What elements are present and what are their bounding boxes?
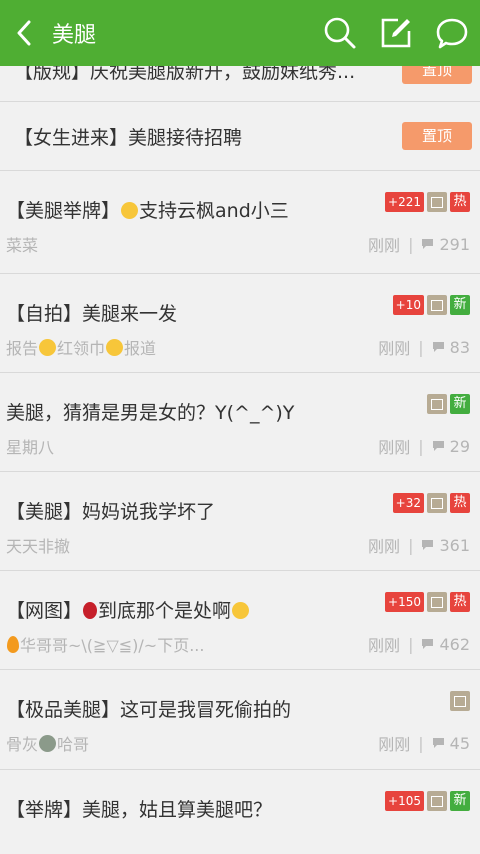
hot-badge: 热: [450, 493, 470, 513]
comment-count: 45: [449, 733, 470, 753]
list-item[interactable]: 【极品美腿】这可是我冒死偷拍的 骨灰 哈哥 刚刚 | 45: [0, 670, 480, 770]
list-item[interactable]: 【举牌】美腿，姑且算美腿吧？ +105 新: [0, 770, 480, 854]
comment-icon: [432, 737, 445, 749]
post-meta: 刚刚 | 462: [368, 632, 470, 656]
hot-badge: 热: [450, 192, 470, 212]
search-icon: [324, 17, 356, 49]
post-meta: 刚刚 | 45: [378, 731, 470, 755]
back-arrow-icon: [17, 20, 31, 46]
post-author: 菜菜: [6, 236, 39, 255]
comment-icon: [421, 238, 434, 250]
count-badge: +221: [385, 192, 424, 212]
post-author: 华哥哥~\(≧▽≦)/~下页...: [6, 632, 204, 656]
comment-icon: [421, 539, 434, 551]
post-author: 星期八: [6, 438, 55, 457]
badges: +221 热: [385, 192, 470, 212]
comment-count: 361: [439, 535, 470, 555]
count-badge: +32: [392, 493, 424, 513]
alien-icon: [39, 735, 57, 752]
comment-icon: [432, 341, 445, 353]
hot-badge: 热: [450, 592, 470, 612]
image-icon: [427, 295, 447, 315]
comment-icon: [432, 440, 445, 452]
image-icon: [427, 192, 447, 212]
post-title: 【举牌】美腿，姑且算美腿吧？: [6, 799, 273, 821]
comments-button[interactable]: [424, 0, 480, 66]
count-badge: +105: [385, 791, 424, 811]
comment-count: 29: [449, 436, 470, 456]
post-time: 刚刚: [368, 236, 401, 255]
count-badge: +10: [392, 295, 424, 315]
list-item[interactable]: 【美腿举牌】 支持云枫and小三 菜菜 +221 热 刚刚 | 291: [0, 171, 480, 274]
comment-count: 83: [449, 337, 470, 357]
post-meta: 刚刚 | 83: [378, 335, 470, 359]
laughing-face-icon: [121, 202, 139, 219]
new-badge: 新: [450, 394, 470, 414]
image-icon: [427, 592, 447, 612]
list-item[interactable]: 【自拍】美腿来一发 报告 红领巾 报道 +10 新 刚刚 | 83: [0, 274, 480, 373]
post-title: 【美腿举牌】 支持云枫and小三: [6, 200, 289, 222]
laughing-face-icon: [232, 602, 250, 619]
rose-icon: [83, 602, 98, 619]
smile-icon: [106, 339, 124, 356]
list-item-pinned[interactable]: 【女生进来】美腿接待招聘 置顶: [0, 102, 480, 171]
chat-bubble-icon: [436, 18, 468, 49]
image-icon: [427, 493, 447, 513]
search-button[interactable]: [312, 0, 368, 66]
comment-count: 462: [439, 634, 470, 654]
new-badge: 新: [450, 295, 470, 315]
post-time: 刚刚: [368, 636, 401, 655]
post-title: 美腿，猜猜是男是女的？Y(^_^)Y: [6, 402, 295, 424]
badges: 新: [427, 394, 470, 414]
post-time: 刚刚: [378, 438, 411, 457]
post-author: 报告 红领巾 报道: [6, 339, 157, 358]
post-time: 刚刚: [378, 735, 411, 754]
image-icon: [427, 394, 447, 414]
post-time: 刚刚: [378, 339, 411, 358]
post-meta: 刚刚 | 291: [368, 232, 470, 256]
list-item[interactable]: 【网图】 到底那个是处啊 华哥哥~\(≧▽≦)/~下页... +150 热 刚刚 |…: [0, 571, 480, 670]
post-title: 【极品美腿】这可是我冒死偷拍的: [6, 699, 292, 721]
list-item[interactable]: 【美腿】妈妈说我学坏了 天天非撤 +32 热 刚刚 | 361: [0, 472, 480, 571]
post-author: 天天非撤: [6, 537, 71, 556]
comment-count: 291: [439, 234, 470, 254]
badges: +105 新: [385, 791, 470, 811]
post-title: 【网图】 到底那个是处啊: [6, 596, 250, 623]
compose-button[interactable]: [368, 0, 424, 66]
image-icon: [427, 791, 447, 811]
top-bar: 美腿: [0, 0, 480, 66]
post-title: 【美腿】妈妈说我学坏了: [6, 501, 216, 523]
image-icon: [450, 691, 470, 711]
new-badge: 新: [450, 791, 470, 811]
page-title: 美腿: [52, 23, 97, 48]
post-author: 骨灰 哈哥: [6, 735, 90, 754]
post-time: 刚刚: [368, 537, 401, 556]
count-badge: +150: [385, 592, 424, 612]
post-title: 【女生进来】美腿接待招聘: [14, 127, 243, 149]
list-item[interactable]: 美腿，猜猜是男是女的？Y(^_^)Y 星期八 新 刚刚 | 29: [0, 373, 480, 472]
badges: [450, 691, 470, 711]
badges: +32 热: [392, 493, 470, 513]
fire-icon: [7, 636, 19, 653]
badges: +150 热: [385, 592, 470, 612]
post-meta: 刚刚 | 361: [368, 533, 470, 557]
edit-icon: [381, 18, 411, 48]
back-button[interactable]: [2, 0, 46, 66]
post-meta: 刚刚 | 29: [378, 434, 470, 458]
pinned-tag: 置顶: [402, 122, 472, 150]
badges: +10 新: [392, 295, 470, 315]
comment-icon: [421, 638, 434, 650]
smile-icon: [39, 339, 57, 356]
post-title: 【自拍】美腿来一发: [6, 303, 178, 325]
